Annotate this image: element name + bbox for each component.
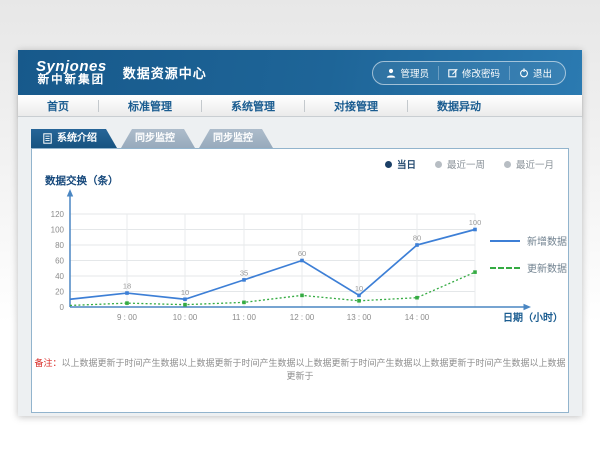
svg-text:9 : 00: 9 : 00 <box>117 313 138 322</box>
legend-label: 新增数据 <box>527 233 567 248</box>
svg-text:20: 20 <box>55 288 64 297</box>
chart-panel: 当日 最近一周 最近一月 数据交换（条） 0 20 40 60 80 100 120 9 : … <box>31 148 569 413</box>
tab-sync-monitor-2[interactable]: 同步监控 <box>199 129 273 148</box>
tab-label: 同步监控 <box>135 133 175 144</box>
change-password-label: 修改密码 <box>462 66 500 80</box>
time-range-filter: 当日 最近一周 最近一月 <box>385 157 554 171</box>
footnote-prefix: 备注： <box>34 358 61 368</box>
radio-label: 当日 <box>397 157 416 171</box>
nav-item-data-change[interactable]: 数据异动 <box>408 98 510 114</box>
tab-label: 同步监控 <box>213 133 253 144</box>
legend-item-update-data: 更新数据 <box>490 260 567 275</box>
svg-text:0: 0 <box>60 303 65 312</box>
legend-label: 更新数据 <box>527 260 567 275</box>
svg-text:10: 10 <box>355 284 363 293</box>
y-axis-title: 数据交换（条） <box>45 173 119 188</box>
radio-today[interactable]: 当日 <box>385 157 416 171</box>
svg-text:100: 100 <box>469 218 482 227</box>
page-title: 数据资源中心 <box>123 63 207 82</box>
svg-text:60: 60 <box>55 257 64 266</box>
tab-bar: 系统介绍 同步监控 同步监控 <box>31 129 569 148</box>
footnote: 备注：以上数据更新于时间产生数据以上数据更新于时间产生数据以上数据更新于时间产生… <box>32 356 568 382</box>
brand-name: Synjones <box>36 59 107 75</box>
power-icon <box>519 68 529 78</box>
svg-text:12 : 00: 12 : 00 <box>290 313 315 322</box>
svg-text:14 : 00: 14 : 00 <box>405 313 430 322</box>
radio-label: 最近一周 <box>447 157 485 171</box>
svg-text:13 : 00: 13 : 00 <box>347 313 372 322</box>
logout-button[interactable]: 退出 <box>509 66 561 80</box>
tab-system-intro[interactable]: 系统介绍 <box>31 129 117 148</box>
radio-last-month[interactable]: 最近一月 <box>504 157 554 171</box>
legend-item-new-data: 新增数据 <box>490 233 567 248</box>
radio-dot-icon <box>385 161 392 168</box>
edit-icon <box>448 68 458 78</box>
tab-sync-monitor-1[interactable]: 同步监控 <box>121 129 195 148</box>
header: Synjones 新中新集团 数据资源中心 管理员 修改密码 退出 <box>18 50 582 95</box>
brand-subtitle: 新中新集团 <box>36 74 107 86</box>
main-nav: 首页 标准管理 系统管理 对接管理 数据异动 <box>18 95 582 117</box>
nav-item-integration-mgmt[interactable]: 对接管理 <box>305 98 407 114</box>
radio-dot-icon <box>504 161 511 168</box>
chart-legend: 新增数据 更新数据 <box>490 233 567 287</box>
dotted-line-sample-icon <box>490 267 520 269</box>
svg-text:100: 100 <box>51 226 65 235</box>
current-user-button[interactable]: 管理员 <box>377 66 438 80</box>
svg-text:80: 80 <box>413 234 421 243</box>
radio-label: 最近一月 <box>516 157 554 171</box>
document-icon <box>43 133 52 144</box>
svg-text:11 : 00: 11 : 00 <box>232 313 256 322</box>
content-area: 系统介绍 同步监控 同步监控 当日 最近一周 最近一月 数据交 <box>18 117 582 416</box>
current-user-label: 管理员 <box>400 66 429 80</box>
svg-text:10: 10 <box>181 288 189 297</box>
svg-text:35: 35 <box>240 268 248 277</box>
app-window: Synjones 新中新集团 数据资源中心 管理员 修改密码 退出 首页 标准管… <box>18 50 582 416</box>
user-icon <box>386 68 396 78</box>
svg-text:80: 80 <box>55 241 64 250</box>
svg-text:18: 18 <box>123 282 131 291</box>
svg-text:60: 60 <box>298 249 306 258</box>
nav-item-home[interactable]: 首页 <box>18 98 98 114</box>
tab-label: 系统介绍 <box>57 129 97 148</box>
radio-dot-icon <box>435 161 442 168</box>
nav-item-standard-mgmt[interactable]: 标准管理 <box>99 98 201 114</box>
svg-text:120: 120 <box>51 210 65 219</box>
svg-text:10 : 00: 10 : 00 <box>173 313 198 322</box>
logout-label: 退出 <box>533 66 552 80</box>
change-password-button[interactable]: 修改密码 <box>438 66 509 80</box>
user-toolbar: 管理员 修改密码 退出 <box>372 61 566 85</box>
svg-text:40: 40 <box>55 272 64 281</box>
svg-text:日期（小时）: 日期（小时） <box>503 311 563 324</box>
solid-line-sample-icon <box>490 240 520 242</box>
footnote-text: 以上数据更新于时间产生数据以上数据更新于时间产生数据以上数据更新于时间产生数据以… <box>62 358 566 381</box>
nav-item-system-mgmt[interactable]: 系统管理 <box>202 98 304 114</box>
radio-last-week[interactable]: 最近一周 <box>435 157 485 171</box>
brand-logo: Synjones 新中新集团 <box>36 59 107 87</box>
